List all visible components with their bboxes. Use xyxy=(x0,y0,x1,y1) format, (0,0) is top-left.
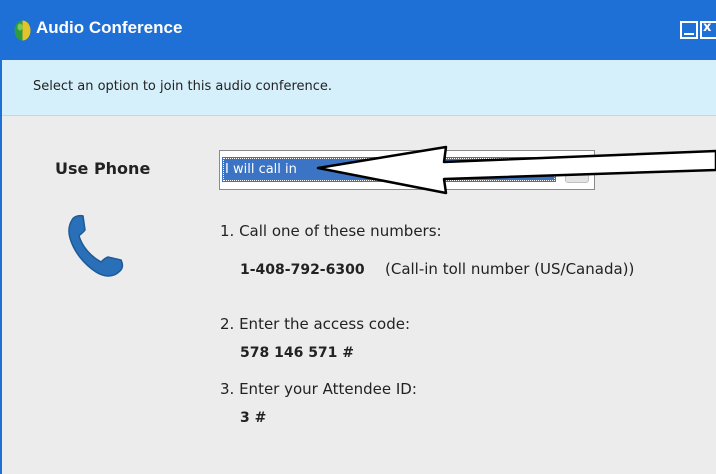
selected-option[interactable]: I will call in xyxy=(222,157,556,182)
audio-conference-window: Audio Conference x Select an option to j… xyxy=(0,0,716,474)
close-icon: x xyxy=(703,20,712,35)
use-phone-label: Use Phone xyxy=(55,159,151,178)
attendee-id: 3 # xyxy=(240,410,267,426)
phone-icon xyxy=(68,214,124,277)
close-button[interactable]: x xyxy=(700,20,716,39)
call-option-dropdown[interactable]: I will call in xyxy=(219,150,595,190)
access-code: 578 146 571 # xyxy=(240,345,355,361)
phone-number: 1-408-792-6300 xyxy=(240,262,365,278)
window-title: Audio Conference xyxy=(36,18,183,37)
info-banner: Select an option to join this audio conf… xyxy=(2,60,716,116)
step-call-number: 1. Call one of these numbers: xyxy=(220,222,442,240)
step-access-code: 2. Enter the access code: xyxy=(220,315,411,333)
selected-option-text: I will call in xyxy=(225,162,297,177)
phone-number-description: (Call-in toll number (US/Canada)) xyxy=(385,260,635,278)
title-bar: Audio Conference x xyxy=(2,0,716,60)
instruction-text: Select an option to join this audio conf… xyxy=(33,79,333,94)
step-attendee-id: 3. Enter your Attendee ID: xyxy=(220,380,417,398)
minimize-button[interactable] xyxy=(680,21,698,39)
app-globe-icon xyxy=(14,20,31,41)
dropdown-arrow-button[interactable] xyxy=(565,166,589,183)
